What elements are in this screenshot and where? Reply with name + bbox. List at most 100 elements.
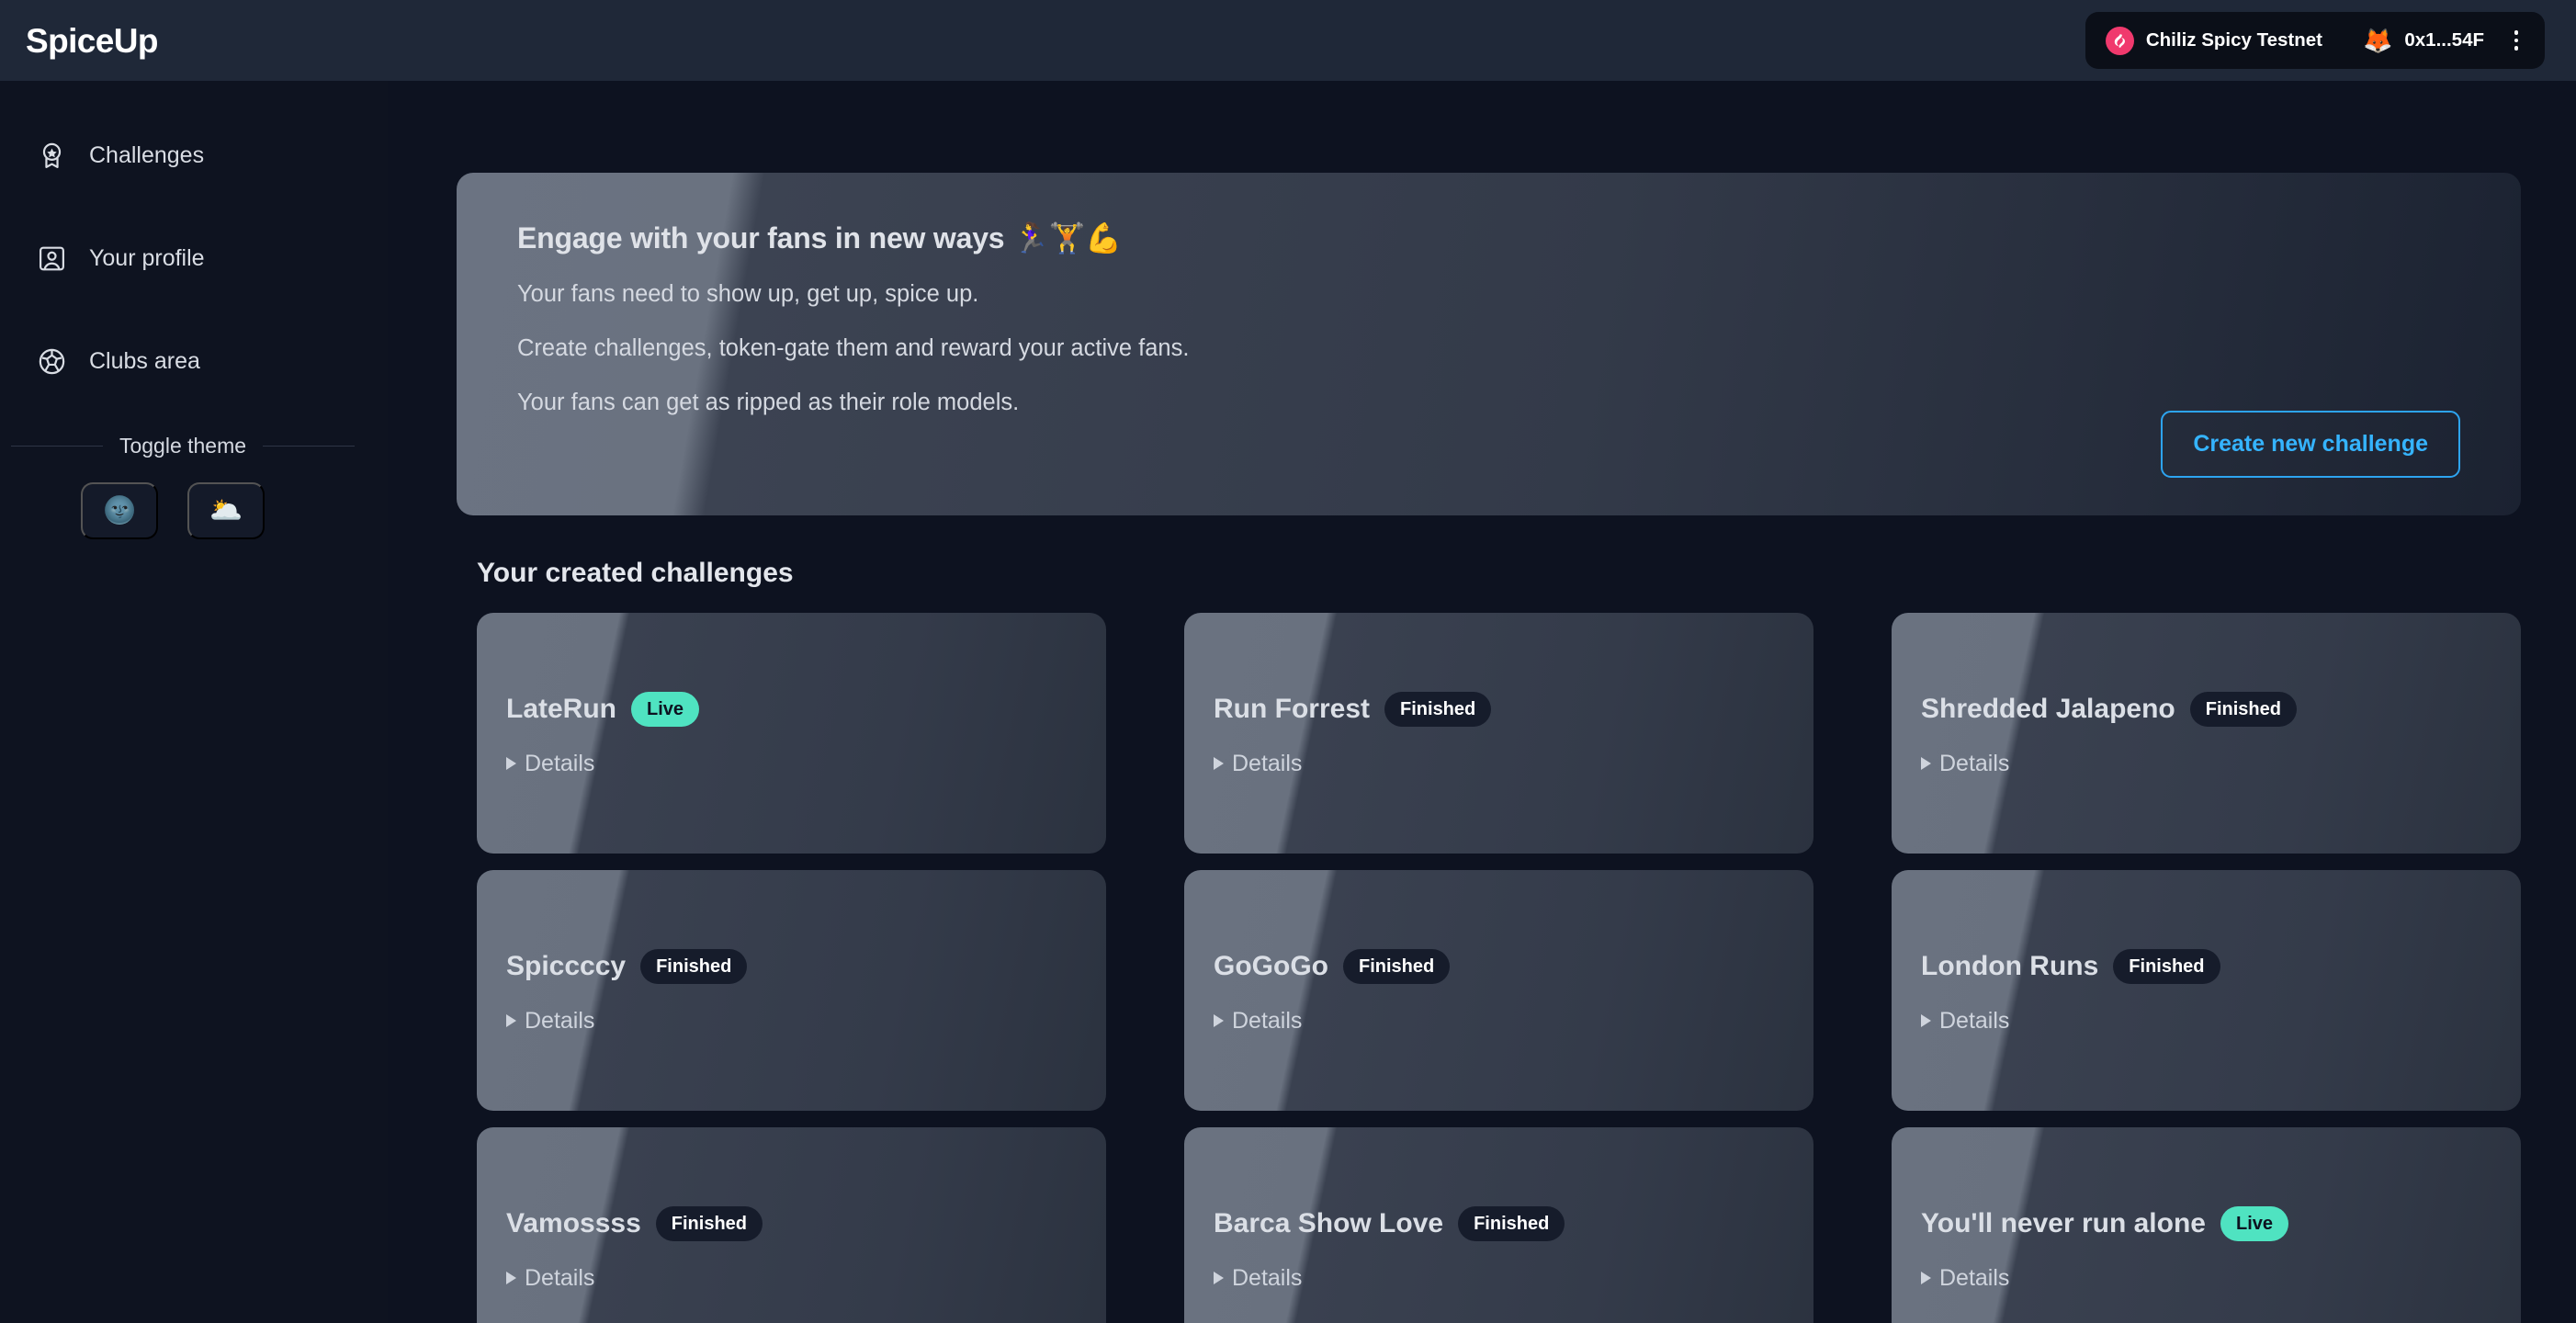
chain-selector[interactable]: Chiliz Spicy Testnet [2105, 26, 2322, 55]
toggle-theme-label: Toggle theme [119, 434, 247, 458]
hero-line-2: Create challenges, token-gate them and r… [517, 335, 1190, 362]
divider-line-left [11, 446, 103, 447]
details-label: Details [1939, 1007, 2010, 1034]
wallet-address-label: 0x1...54F [2404, 29, 2484, 51]
details-label: Details [1939, 1264, 2010, 1291]
theme-dark-button[interactable]: 🌚 [81, 482, 158, 539]
sidebar-item-clubs-area[interactable]: Clubs area [0, 331, 388, 391]
details-label: Details [1232, 750, 1303, 776]
sidebar-item-your-profile[interactable]: Your profile [0, 228, 388, 288]
challenge-card[interactable]: You'll never run alone Live Details [1892, 1127, 2521, 1323]
details-label: Details [525, 1264, 595, 1291]
challenge-card[interactable]: Run Forrest Finished Details [1184, 613, 1813, 854]
sidebar: Challenges Your profile Clubs area Toggl… [0, 81, 388, 1323]
chevron-right-icon [1921, 1272, 1931, 1284]
card-header: Barca Show Love Finished [1214, 1205, 1813, 1241]
kebab-menu-icon[interactable] [2504, 27, 2528, 54]
status-badge: Finished [640, 948, 748, 984]
award-badge-icon [35, 139, 69, 173]
details-toggle[interactable]: Details [1921, 1007, 2521, 1034]
theme-light-button[interactable]: 🌥️ [187, 482, 265, 539]
body-row: Challenges Your profile Clubs area Toggl… [0, 81, 2576, 1323]
challenge-card[interactable]: LateRun Live Details [477, 613, 1106, 854]
toggle-theme-divider: Toggle theme [11, 434, 355, 458]
hero-title: Engage with your fans in new ways 🏃‍♀️🏋️… [517, 221, 1123, 254]
user-card-icon [35, 242, 69, 276]
card-header: Vamossss Finished [506, 1205, 1106, 1241]
challenge-title: Vamossss [506, 1208, 641, 1238]
card-header: Spiccccy Finished [506, 948, 1106, 984]
challenge-title: Shredded Jalapeno [1921, 694, 2175, 724]
challenge-card[interactable]: London Runs Finished Details [1892, 870, 2521, 1111]
details-toggle[interactable]: Details [506, 1007, 1106, 1034]
challenges-grid: LateRun Live Details Run Forrest Finishe… [457, 613, 2521, 1323]
new-moon-face-icon: 🌚 [102, 495, 137, 526]
hero-cta-wrapper: Create new challenge [2161, 411, 2460, 478]
details-toggle[interactable]: Details [1214, 1007, 1813, 1034]
sidebar-item-label: Your profile [89, 244, 205, 271]
challenge-title: LateRun [506, 694, 616, 724]
soccer-ball-icon [35, 345, 69, 379]
details-label: Details [525, 750, 595, 776]
kebab-dot [2514, 38, 2519, 43]
card-header: London Runs Finished [1921, 948, 2521, 984]
kebab-dot [2514, 30, 2519, 35]
status-badge: Live [631, 691, 700, 727]
details-toggle[interactable]: Details [1214, 1264, 1813, 1291]
status-badge: Finished [2113, 948, 2220, 984]
status-badge: Finished [1342, 948, 1451, 984]
chevron-right-icon [1214, 1014, 1224, 1027]
status-badge: Finished [1458, 1205, 1565, 1241]
challenge-card[interactable]: Barca Show Love Finished Details [1184, 1127, 1813, 1323]
chevron-right-icon [1921, 1014, 1931, 1027]
divider-line-right [263, 446, 355, 447]
details-toggle[interactable]: Details [506, 752, 1106, 775]
challenge-title: Barca Show Love [1214, 1208, 1444, 1238]
details-label: Details [525, 1007, 595, 1034]
details-label: Details [1232, 1007, 1303, 1034]
card-header: Run Forrest Finished [1214, 691, 1813, 727]
challenge-card[interactable]: Vamossss Finished Details [477, 1127, 1106, 1323]
challenge-card[interactable]: GoGoGo Finished Details [1184, 870, 1813, 1111]
details-label: Details [1939, 750, 2010, 776]
main-content: Engage with your fans in new ways 🏃‍♀️🏋️… [388, 81, 2576, 1323]
challenge-card[interactable]: Spiccccy Finished Details [477, 870, 1106, 1111]
sidebar-item-challenges[interactable]: Challenges [0, 125, 388, 186]
details-toggle[interactable]: Details [1921, 752, 2521, 775]
hero-banner: Engage with your fans in new ways 🏃‍♀️🏋️… [457, 173, 2521, 515]
status-badge: Finished [1384, 691, 1492, 727]
details-toggle[interactable]: Details [506, 1264, 1106, 1291]
chevron-right-icon [506, 757, 516, 770]
create-new-challenge-button[interactable]: Create new challenge [2161, 411, 2460, 478]
details-toggle[interactable]: Details [1214, 752, 1813, 775]
details-toggle[interactable]: Details [1921, 1264, 2521, 1291]
card-header: LateRun Live [506, 691, 1106, 727]
section-title-created-challenges: Your created challenges [477, 558, 794, 588]
app-logo[interactable]: SpiceUp [26, 24, 158, 58]
chevron-right-icon [506, 1014, 516, 1027]
challenge-title: Run Forrest [1214, 694, 1371, 724]
chiliz-logo-icon [2105, 26, 2134, 55]
challenge-title: You'll never run alone [1921, 1208, 2206, 1238]
status-badge: Finished [655, 1205, 763, 1241]
status-badge: Finished [2189, 691, 2297, 727]
metamask-fox-icon: 🦊 [2363, 27, 2393, 54]
chain-name-label: Chiliz Spicy Testnet [2145, 29, 2322, 51]
wallet-connect-pill[interactable]: Chiliz Spicy Testnet 🦊 0x1...54F [2085, 12, 2545, 69]
challenge-title: London Runs [1921, 951, 2099, 981]
challenge-card[interactable]: Shredded Jalapeno Finished Details [1892, 613, 2521, 854]
chevron-right-icon [506, 1272, 516, 1284]
sidebar-item-label: Challenges [89, 141, 205, 168]
chevron-right-icon [1214, 1272, 1224, 1284]
chevron-right-icon [1214, 757, 1224, 770]
top-header: SpiceUp Chiliz Spicy Testnet 🦊 0x1...54F [0, 0, 2576, 81]
sidebar-item-label: Clubs area [89, 347, 200, 374]
account-chip[interactable]: 🦊 0x1...54F [2363, 28, 2484, 52]
details-label: Details [1232, 1264, 1303, 1291]
theme-toggle-group: 🌚 🌥️ [0, 458, 388, 539]
hero-line-1: Your fans need to show up, get up, spice… [517, 281, 979, 308]
challenge-title: Spiccccy [506, 951, 627, 981]
kebab-dot [2514, 46, 2519, 51]
chevron-right-icon [1921, 757, 1931, 770]
card-header: GoGoGo Finished [1214, 948, 1813, 984]
